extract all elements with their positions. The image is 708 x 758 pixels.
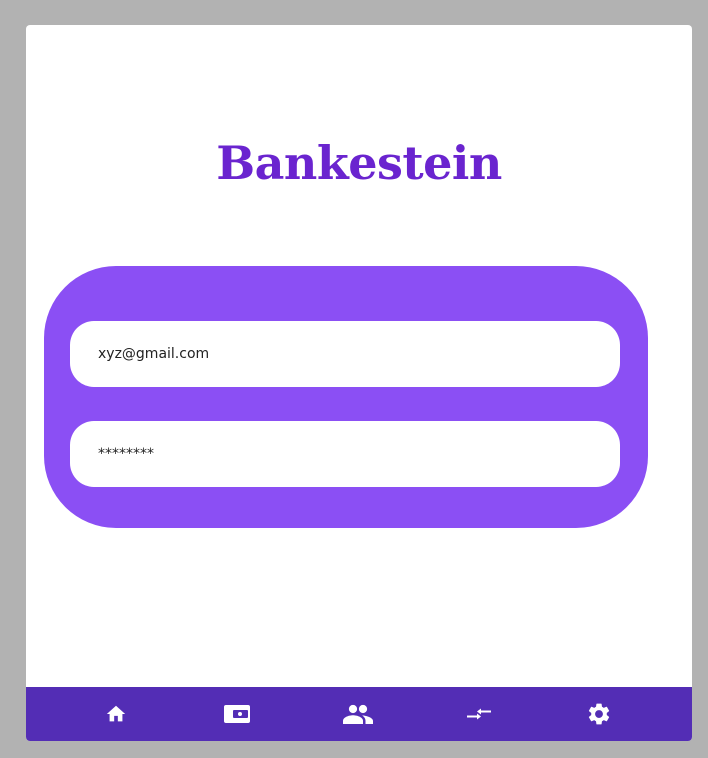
- nav-item-wallet[interactable]: [207, 687, 267, 741]
- nav-item-settings[interactable]: [569, 687, 629, 741]
- nav-item-people[interactable]: [328, 687, 388, 741]
- wallet-icon: [224, 705, 250, 723]
- home-icon: [106, 705, 126, 722]
- app-window: Bankestein xyz@gmail.com ********: [26, 25, 692, 741]
- password-value: ********: [98, 446, 154, 462]
- login-card: xyz@gmail.com ********: [44, 266, 648, 528]
- email-value: xyz@gmail.com: [98, 346, 210, 362]
- email-field[interactable]: xyz@gmail.com: [70, 321, 620, 387]
- nav-item-transfer[interactable]: [449, 687, 509, 741]
- bottom-nav: [26, 687, 692, 741]
- transfer-icon: [467, 708, 491, 720]
- app-title: Bankestein: [216, 136, 502, 190]
- nav-item-home[interactable]: [86, 687, 146, 741]
- settings-icon: [588, 703, 610, 725]
- people-icon: [343, 704, 373, 724]
- password-field[interactable]: ********: [70, 421, 620, 487]
